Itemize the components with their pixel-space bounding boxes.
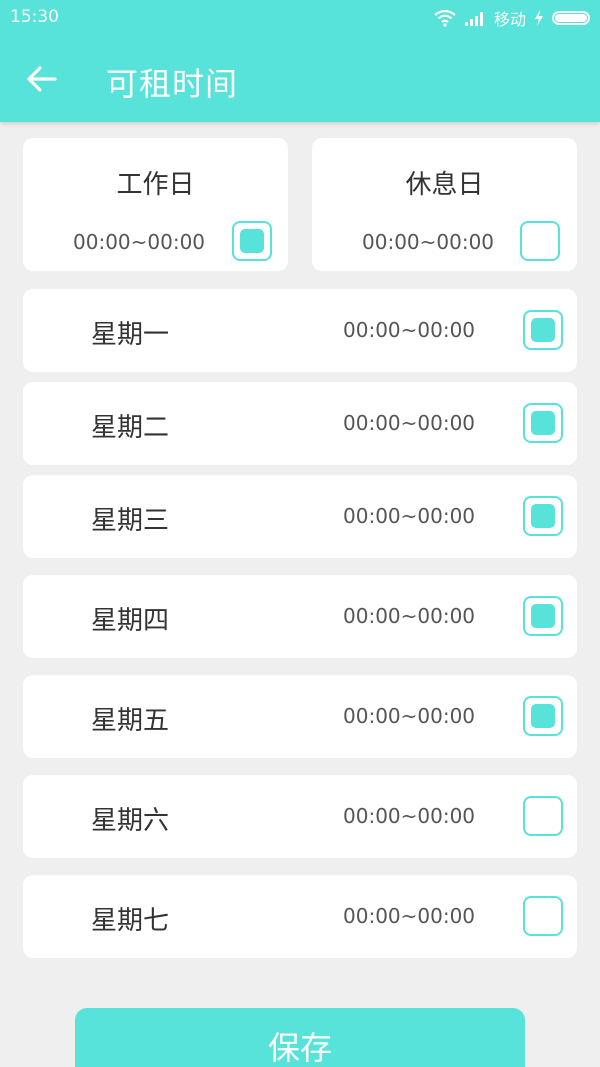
status-right: 移动 — [434, 6, 590, 30]
battery-icon — [552, 11, 590, 25]
group-checkbox[interactable] — [520, 221, 560, 261]
day-checkbox[interactable] — [523, 310, 563, 350]
top-bar: 15:30 移动 可租时间 — [0, 0, 600, 122]
day-row-monday: 星期一 00:00~00:00 — [23, 289, 577, 372]
page-title: 可租时间 — [106, 65, 239, 103]
day-label: 星期七 — [91, 906, 170, 936]
header: 可租时间 — [0, 40, 600, 118]
day-checkbox[interactable] — [523, 596, 563, 636]
day-row-friday: 星期五 00:00~00:00 — [23, 675, 577, 758]
day-label: 星期二 — [91, 413, 170, 443]
battery-fill — [555, 14, 587, 22]
group-label: 休息日 — [405, 170, 484, 200]
save-button[interactable]: 保存 — [75, 1008, 525, 1067]
day-label: 星期六 — [91, 806, 170, 836]
day-time[interactable]: 00:00~00:00 — [343, 704, 475, 728]
group-card-weekday: 工作日 00:00~00:00 — [23, 138, 288, 271]
group-time[interactable]: 00:00~00:00 — [73, 230, 205, 254]
day-label: 星期五 — [91, 706, 170, 736]
wifi-icon — [434, 9, 456, 27]
day-time[interactable]: 00:00~00:00 — [343, 904, 475, 928]
day-checkbox[interactable] — [523, 403, 563, 443]
day-checkbox[interactable] — [523, 796, 563, 836]
group-label: 工作日 — [116, 170, 195, 200]
group-checkbox[interactable] — [232, 221, 272, 261]
day-time[interactable]: 00:00~00:00 — [343, 411, 475, 435]
day-time[interactable]: 00:00~00:00 — [343, 318, 475, 342]
day-checkbox[interactable] — [523, 496, 563, 536]
day-label: 星期三 — [91, 506, 170, 536]
day-row-tuesday: 星期二 00:00~00:00 — [23, 382, 577, 465]
day-row-wednesday: 星期三 00:00~00:00 — [23, 475, 577, 558]
day-time[interactable]: 00:00~00:00 — [343, 604, 475, 628]
day-row-sunday: 星期七 00:00~00:00 — [23, 875, 577, 958]
group-card-weekend: 休息日 00:00~00:00 — [312, 138, 577, 271]
carrier-label: 移动 — [493, 10, 526, 29]
signal-icon — [464, 12, 483, 26]
status-time: 15:30 — [10, 7, 59, 27]
group-time[interactable]: 00:00~00:00 — [362, 230, 494, 254]
day-time[interactable]: 00:00~00:00 — [343, 504, 475, 528]
day-label: 星期四 — [91, 606, 170, 636]
day-time[interactable]: 00:00~00:00 — [343, 804, 475, 828]
day-label: 星期一 — [91, 320, 170, 350]
day-checkbox[interactable] — [523, 896, 563, 936]
back-button[interactable] — [20, 58, 62, 100]
day-checkbox[interactable] — [523, 696, 563, 736]
day-row-thursday: 星期四 00:00~00:00 — [23, 575, 577, 658]
day-row-saturday: 星期六 00:00~00:00 — [23, 775, 577, 858]
status-bar: 15:30 移动 — [0, 0, 600, 34]
arrow-left-icon — [27, 66, 57, 92]
lightning-icon — [535, 10, 543, 26]
